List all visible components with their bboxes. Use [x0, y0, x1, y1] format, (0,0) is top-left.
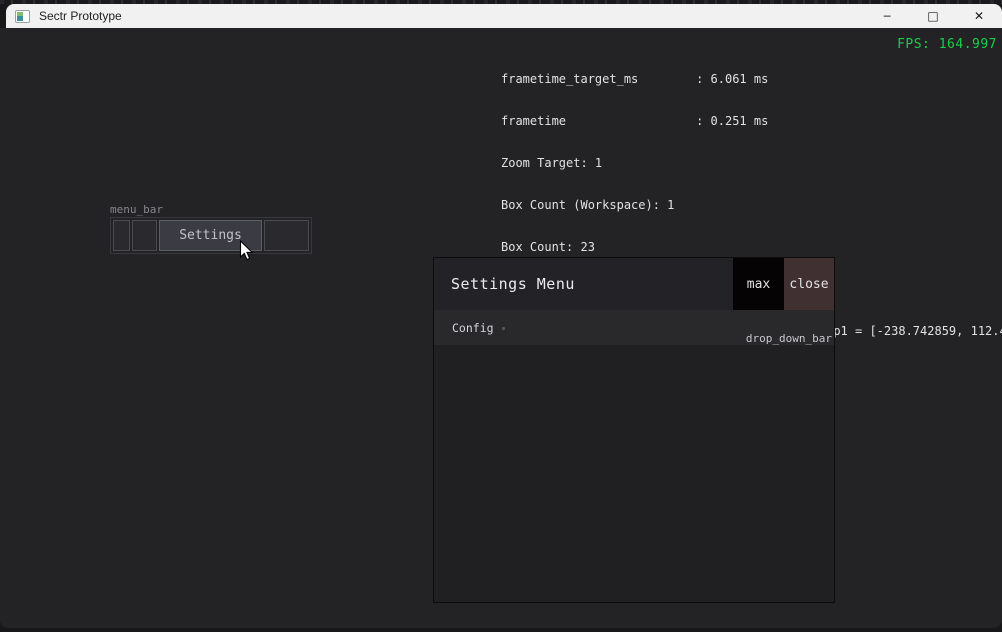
config-dot: [502, 327, 505, 330]
menu-bar-slot-2[interactable]: [132, 220, 157, 251]
minimize-button[interactable]: ─: [864, 4, 910, 28]
config-drop-down-bar[interactable]: Config drop_down_bar: [434, 310, 834, 345]
settings-menu-panel: Settings Menu max close Config drop_down…: [433, 257, 835, 603]
config-label: Config: [452, 321, 494, 335]
settings-menu-titlebar[interactable]: Settings Menu max close: [434, 258, 834, 310]
debug-line-frametime: frametime : 0.251 ms: [501, 114, 1002, 128]
panel-close-button[interactable]: close: [784, 258, 834, 310]
panel-max-button[interactable]: max: [733, 258, 784, 310]
maximize-icon: □: [927, 9, 938, 23]
menu-bar-label: menu_bar: [110, 203, 163, 216]
window-titlebar[interactable]: Sectr Prototype ─ □ ✕: [6, 4, 1002, 28]
mouse-cursor: [239, 240, 255, 262]
debug-line-zoom-target: Zoom Target: 1: [501, 156, 1002, 170]
settings-menu-title: Settings Menu: [451, 275, 575, 293]
debug-line-frametime-target: frametime_target_ms : 6.061 ms: [501, 72, 1002, 86]
menu-bar-slot-1[interactable]: [113, 220, 130, 251]
app-canvas: FPS: 164.997 frametime_target_ms : 6.061…: [0, 28, 1002, 628]
app-icon: [15, 10, 30, 23]
drop-down-bar-label: drop_down_bar: [746, 332, 832, 345]
maximize-button[interactable]: □: [910, 4, 956, 28]
desktop: Sectr Prototype ─ □ ✕ FPS: 164.997 frame…: [0, 0, 1002, 632]
window-title: Sectr Prototype: [39, 9, 864, 23]
debug-line-box-count: Box Count: 23: [501, 240, 1002, 254]
menu-bar: Settings: [110, 217, 312, 254]
menu-bar-slot-3[interactable]: [264, 220, 309, 251]
minimize-icon: ─: [884, 10, 891, 23]
close-button[interactable]: ✕: [956, 4, 1002, 28]
settings-menu-body: [434, 345, 834, 602]
close-icon: ✕: [974, 9, 984, 23]
window-controls: ─ □ ✕: [864, 4, 1002, 28]
debug-line-box-count-workspace: Box Count (Workspace): 1: [501, 198, 1002, 212]
